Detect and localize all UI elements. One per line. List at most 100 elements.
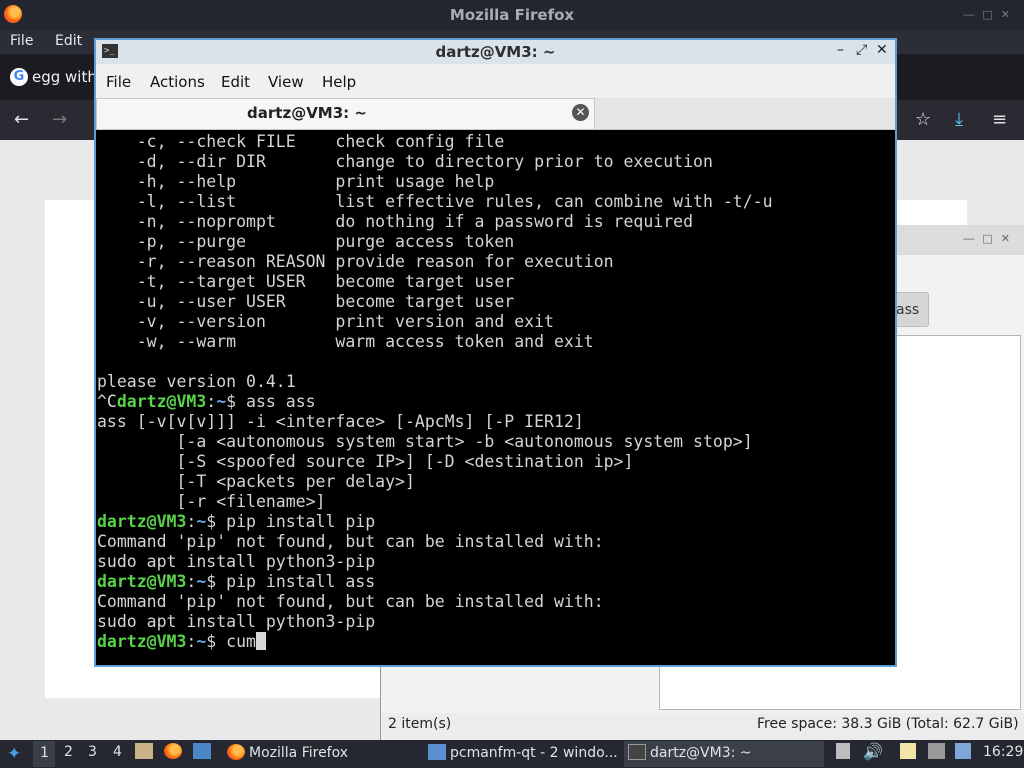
terminal-line: dartz@VM3:~$ pip install ass [97,572,375,592]
terminal-menubar: File Actions Edit View Help [96,64,895,98]
forward-icon[interactable]: → [52,109,67,130]
terminal-tab-title: dartz@VM3: ~ [247,104,367,122]
terminal-line: [-T <packets per delay>] [97,472,415,491]
notes-icon[interactable] [900,743,920,760]
command-text: $ pip install pip [206,512,376,531]
command-text: $ pip install ass [206,572,376,591]
firefox-menu-edit[interactable]: Edit [55,33,82,49]
maximize-icon[interactable]: ⤢ [856,42,867,58]
terminal-line: -d, --dir DIR change to directory prior … [97,152,713,171]
terminal-line: -t, --target USER become target user [97,272,515,291]
prompt-separator: : [186,572,197,591]
terminal-line: -h, --help print usage help [97,172,495,191]
file-manager-launcher-icon[interactable] [135,743,157,760]
firefox-window-controls[interactable]: ―□✕ [963,8,1018,21]
lxqt-logo-icon: ✦ [7,744,22,764]
terminal-menu-edit[interactable]: Edit [221,73,250,91]
text-cursor [255,632,266,650]
volume-icon[interactable]: 🔊 [863,742,883,761]
firefox-window-title: Mozilla Firefox [449,6,575,24]
terminal-line: ^Cdartz@VM3:~$ ass ass [97,392,316,412]
terminal-menu-file[interactable]: File [106,73,131,91]
workspace-3[interactable]: 3 [88,744,97,760]
prompt-user-host: dartz@VM3 [97,572,187,591]
tab-close-icon[interactable]: ✕ [572,104,589,121]
terminal-line: -v, --version print version and exit [97,312,554,331]
clock[interactable]: 16:29 [983,744,1023,760]
minimize-icon[interactable]: – [837,42,844,58]
back-icon[interactable]: ← [14,109,29,130]
terminal-window: >_ dartz@VM3: ~ – ⤢ ✕ File Actions Edit … [94,38,897,667]
task-label: dartz@VM3: ~ [650,745,752,761]
command-text: $ ass ass [226,392,316,411]
workspace-label: 1 [40,745,49,761]
hamburger-menu-icon[interactable]: ≡ [992,109,1007,130]
close-icon[interactable]: ✕ [876,42,888,58]
terminal-line: dartz@VM3:~$ pip install pip [97,512,375,532]
prompt-separator: : [206,392,217,411]
google-icon: G [10,68,28,86]
task-label: Mozilla Firefox [249,745,349,761]
workspace-2[interactable]: 2 [64,744,73,760]
file-manager-window-controls[interactable]: ―□✕ [963,232,1018,245]
terminal-line: -p, --purge purge access token [97,232,515,251]
terminal-line: dartz@VM3:~$ cum [97,632,266,652]
firefox-tab[interactable]: G egg with [6,62,97,92]
terminal-menu-actions[interactable]: Actions [150,73,205,91]
prompt-path: ~ [196,632,207,651]
desktop-icon[interactable] [193,743,215,760]
download-icon[interactable]: ⤓ [955,109,963,130]
prompt-user-host: dartz@VM3 [97,512,187,531]
terminal-line: [-r <filename>] [97,492,326,511]
terminal-line: [-a <autonomous system start> -b <autono… [97,432,753,451]
terminal-line: -n, --noprompt do nothing if a password … [97,212,694,231]
terminal-window-title: dartz@VM3: ~ [435,43,556,61]
workspace-4[interactable]: 4 [113,744,122,760]
taskbar-task-terminal[interactable]: dartz@VM3: ~ [624,741,824,767]
terminal-tab[interactable]: dartz@VM3: ~ ✕ [96,98,595,129]
terminal-line: sudo apt install python3-pip [97,552,376,571]
prompt-path: ~ [196,572,207,591]
taskbar-task-pcmanfm[interactable]: pcmanfm-qt - 2 windo... [424,741,620,767]
terminal-titlebar[interactable]: >_ dartz@VM3: ~ – ⤢ ✕ [96,40,895,64]
firefox-launcher-icon[interactable] [164,743,186,760]
terminal-icon [628,744,650,761]
taskbar-task-firefox[interactable]: Mozilla Firefox [223,741,419,767]
file-manager-statusbar: 2 item(s) Free space: 38.3 GiB (Total: 6… [381,713,1024,740]
network-icon[interactable] [928,743,949,760]
firefox-icon [227,744,249,761]
terminal-line: Command 'pip' not found, but can be inst… [97,592,604,611]
firefox-tab-title: egg with [32,68,97,86]
terminal-line: ass [-v[v[v]]] -i <interface> [-ApcMs] [… [97,412,584,431]
prompt-user-host: dartz@VM3 [116,392,207,411]
bookmark-star-icon[interactable]: ☆ [915,109,931,130]
terminal-line: -u, --user USER become target user [97,292,515,311]
start-menu-button[interactable]: ✦ [2,741,30,767]
status-item-count: 2 item(s) [388,716,452,732]
terminal-line: Command 'pip' not found, but can be inst… [97,532,604,551]
command-text: $ cum [206,632,256,651]
interrupt-marker: ^C [97,392,117,411]
taskbar: ✦ 1 2 3 4 Mozilla Firefox pcmanfm-qt - 2… [0,740,1024,768]
terminal-line: -l, --list list effective rules, can com… [97,192,773,211]
firefox-titlebar[interactable]: Mozilla Firefox ―□✕ [0,0,1024,30]
terminal-line: [-S <spoofed source IP>] [-D <destinatio… [97,452,634,471]
task-label: pcmanfm-qt - 2 windo... [450,745,618,761]
status-free-space: Free space: 38.3 GiB (Total: 62.7 GiB) [757,716,1019,732]
monitor-icon[interactable] [955,743,975,760]
terminal-line: please version 0.4.1 [97,372,296,391]
terminal-menu-view[interactable]: View [268,73,304,91]
prompt-separator: : [186,632,197,651]
prompt-user-host: dartz@VM3 [97,632,187,651]
terminal-line: sudo apt install python3-pip [97,612,376,631]
firefox-menu-file[interactable]: File [10,33,33,49]
prompt-path: ~ [196,512,207,531]
terminal-output[interactable]: -c, --check FILE check config file -d, -… [96,130,895,665]
folder-icon [428,744,450,761]
terminal-line: -c, --check FILE check config file [97,132,505,151]
terminal-menu-help[interactable]: Help [322,73,356,91]
terminal-tabbar: dartz@VM3: ~ ✕ [96,98,895,130]
clipboard-icon[interactable] [836,743,854,760]
terminal-line: -r, --reason REASON provide reason for e… [97,252,614,271]
workspace-1[interactable]: 1 [33,741,55,767]
